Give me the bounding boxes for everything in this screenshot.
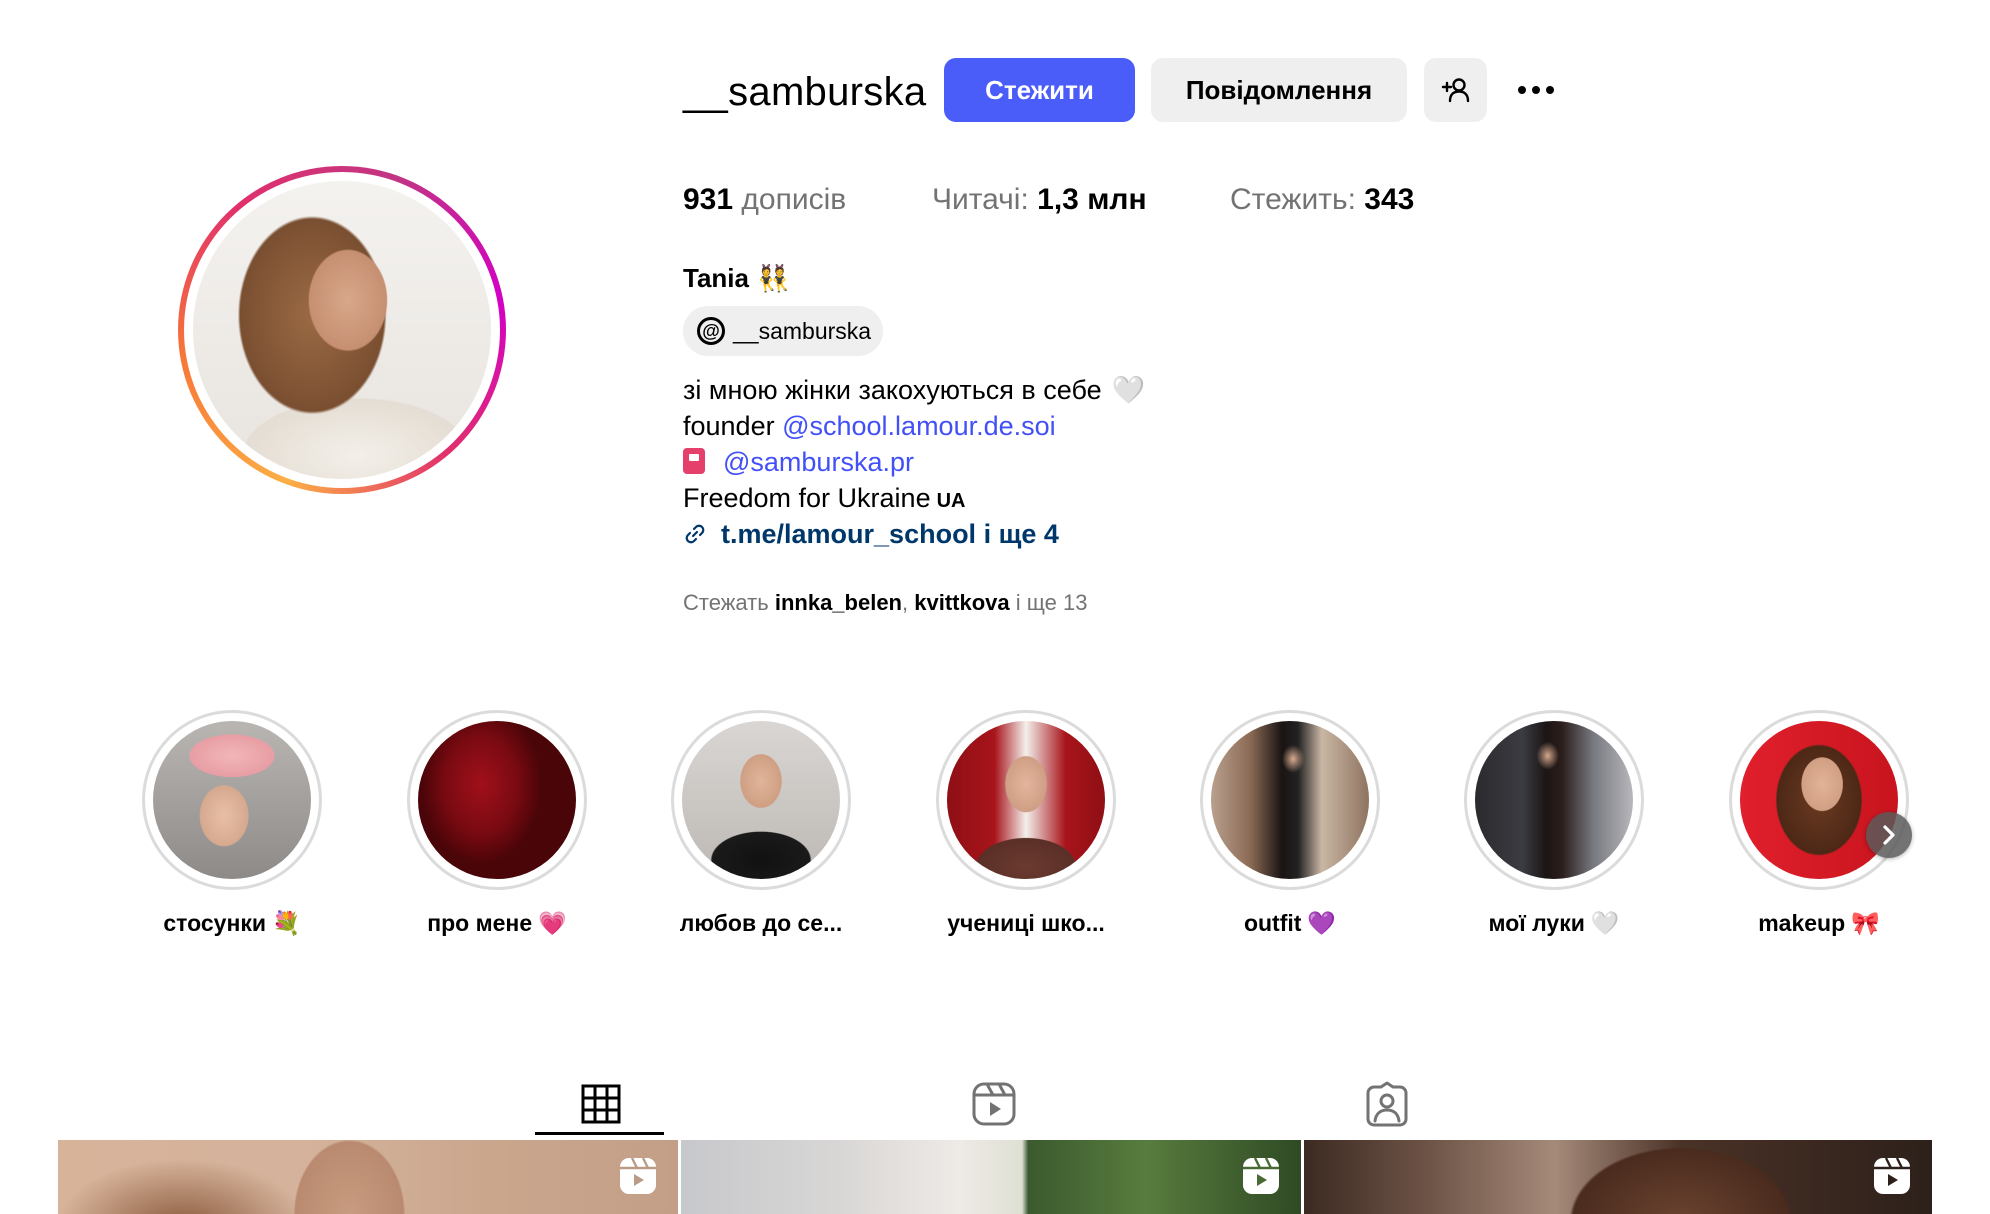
highlight-item[interactable]: про мене 💗 (397, 710, 597, 938)
follower-name: kvittkova (914, 590, 1010, 615)
highlight-item[interactable]: outfit 💜 (1190, 710, 1390, 938)
following-link[interactable]: Стежить: 343 (1230, 180, 1414, 220)
bouquet-emoji: 💐 (271, 910, 301, 936)
heart-emoji: 🤍 (1590, 910, 1620, 936)
dancers-emoji: 👯 (756, 263, 790, 293)
post-thumbnail[interactable] (58, 1140, 678, 1214)
highlight-cover (682, 721, 840, 879)
reels-icon (972, 1082, 1016, 1126)
external-link[interactable]: t.me/lamour_school і ще 4 (683, 516, 1059, 552)
mailbox-icon (683, 448, 705, 474)
mention-link[interactable]: @school.lamour.de.soi (782, 411, 1056, 441)
highlight-item[interactable]: учениці шко... (926, 710, 1126, 938)
highlight-cover (1475, 721, 1633, 879)
tab-posts[interactable] (530, 1070, 672, 1138)
post-thumbnail[interactable] (681, 1140, 1301, 1214)
followers-link[interactable]: Читачі: 1,3 млн (932, 180, 1147, 220)
threads-icon: @ (697, 317, 725, 345)
heart-emoji: 🤍 (1111, 375, 1146, 405)
highlights-next-button[interactable] (1866, 812, 1912, 858)
follow-button[interactable]: Стежити (944, 58, 1135, 122)
grid-icon (581, 1084, 621, 1124)
reels-icon (620, 1157, 656, 1194)
message-button[interactable]: Повідомлення (1151, 58, 1407, 122)
bio-line: founder @school.lamour.de.soi (683, 411, 1056, 441)
profile-avatar-story-ring[interactable] (178, 166, 506, 494)
heart-emoji: 💜 (1307, 910, 1337, 936)
highlight-item[interactable]: стосунки 💐 (132, 710, 332, 938)
more-options-button[interactable] (1506, 70, 1566, 110)
suggested-users-button[interactable] (1424, 58, 1487, 122)
active-tab-indicator (535, 1132, 664, 1135)
follower-name: innka_belen (774, 590, 902, 615)
post-thumbnail[interactable] (1304, 1140, 1932, 1214)
heart-emoji: 💗 (538, 910, 567, 936)
tab-tagged[interactable] (1316, 1070, 1458, 1138)
highlight-cover (1211, 721, 1369, 879)
profile-username: __samburska (683, 70, 927, 114)
highlight-cover (1740, 721, 1898, 879)
tab-reels[interactable] (923, 1070, 1065, 1138)
followed-by[interactable]: Стежать innka_belen, kvittkova і ще 13 (683, 588, 1087, 618)
bio-line: зі мною жінки закохуються в себе 🤍 (683, 375, 1146, 405)
threads-badge[interactable]: @ __samburska (683, 306, 883, 356)
link-icon (685, 524, 705, 544)
reels-icon (1243, 1157, 1279, 1194)
posts-count: 931 дописів (683, 183, 847, 216)
highlight-cover (947, 721, 1105, 879)
highlight-item[interactable]: мої луки 🤍 (1454, 710, 1654, 938)
highlight-cover (418, 721, 576, 879)
person-plus-icon (1441, 78, 1469, 103)
bio-line: @samburska.pr (683, 444, 914, 480)
tagged-person-icon (1366, 1081, 1408, 1127)
reels-icon (1874, 1157, 1910, 1194)
chevron-right-icon (1883, 825, 1895, 845)
ukraine-flag: UA (936, 490, 966, 512)
mention-link[interactable]: @samburska.pr (723, 447, 914, 477)
more-dots-icon (1518, 86, 1526, 94)
avatar (193, 181, 491, 479)
profile-full-name: Tania 👯 (683, 260, 789, 296)
bio-line: Freedom for Ukraine UA (683, 483, 966, 513)
highlight-item[interactable]: любов до се... (661, 710, 861, 938)
highlight-cover (153, 721, 311, 879)
ribbon-emoji: 🎀 (1851, 910, 1880, 936)
